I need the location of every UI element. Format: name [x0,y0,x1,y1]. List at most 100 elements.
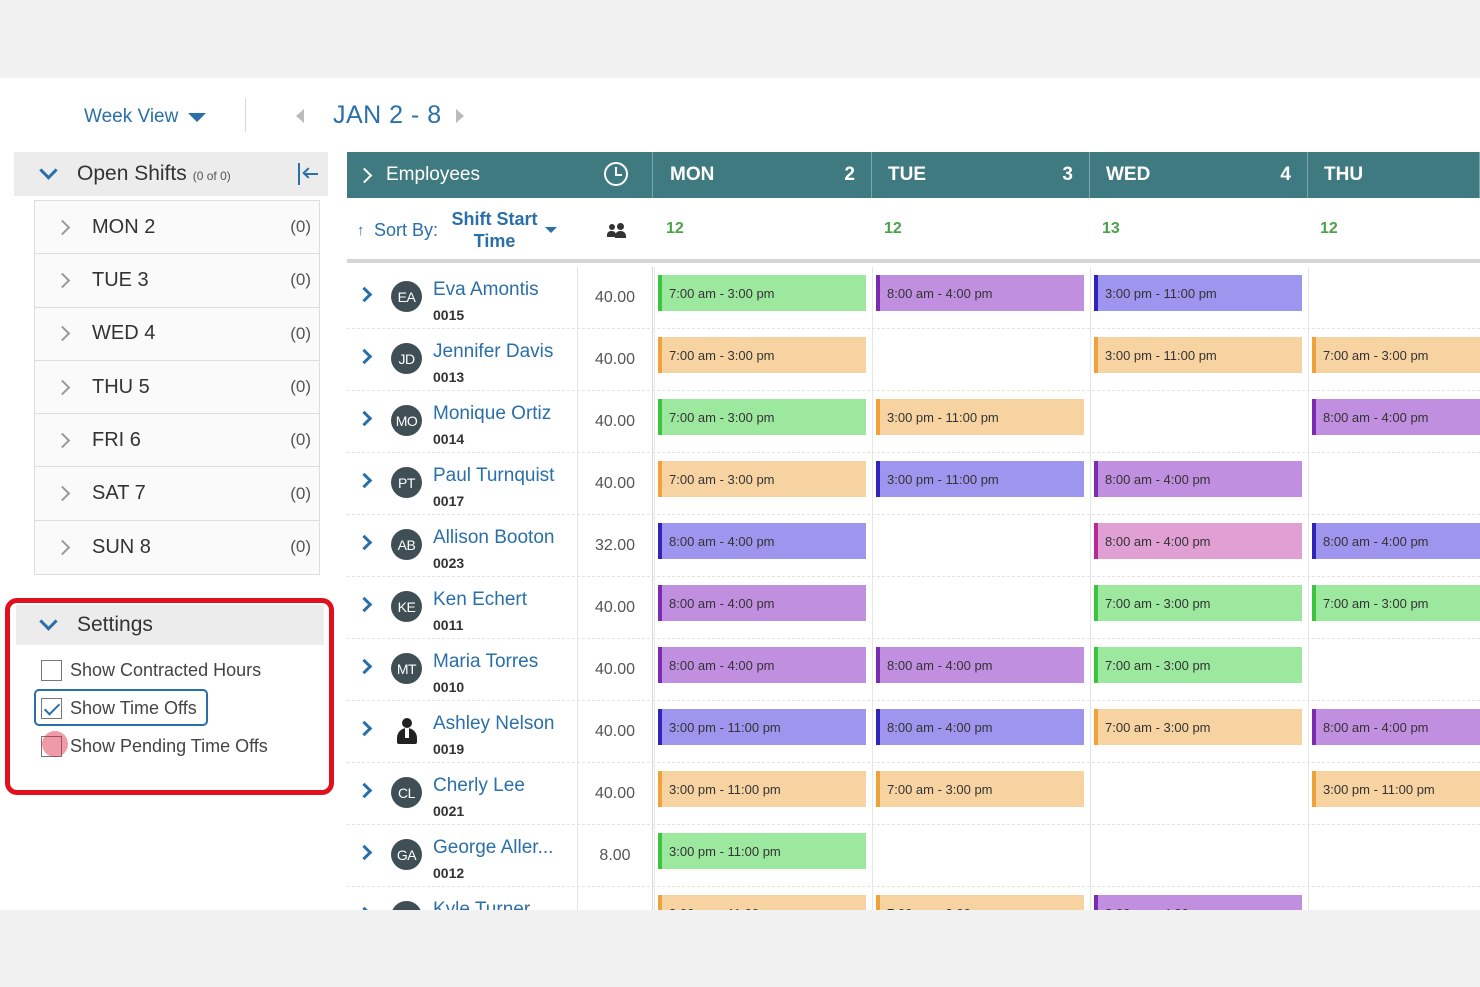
shift-block[interactable]: 8:00 am - 4:00 pm [658,585,866,621]
employee-name[interactable]: Allison Booton [433,527,554,549]
next-week-icon[interactable] [456,109,464,123]
shift-block[interactable]: 7:00 am - 3:00 pm [1312,585,1480,621]
employee-name[interactable]: Eva Amontis [433,279,539,301]
day-column-header[interactable]: TUE 3 [872,152,1090,198]
shift-block[interactable]: 3:00 pm - 11:00 pm [658,709,866,745]
shift-block[interactable]: 7:00 am - 3:00 pm [1094,585,1302,621]
shift-block[interactable]: 8:00 am - 4:00 pm [1094,461,1302,497]
shift-block[interactable]: 3:00 pm - 11:00 pm [1312,771,1480,807]
shift-block[interactable]: 7:00 am - 3:00 pm [658,337,866,373]
shift-block[interactable]: 3:00 pm - 11:00 pm [876,461,1084,497]
employee-name[interactable]: Ken Echert [433,589,527,611]
caret-down-icon[interactable] [545,227,557,233]
employee-hours: 32.00 [577,515,653,577]
avatar: EA [391,281,422,312]
open-shift-day-item[interactable]: MON 2 (0) [35,201,319,255]
day-shift-total: 13 [1102,220,1120,237]
shift-block[interactable]: 3:00 pm - 11:00 pm [658,833,866,869]
employee-row: AB Allison Booton 0023 32.00 8:00 am - 4:00 … [347,515,1480,577]
shift-block[interactable]: 3:00 pm - 11:00 pm [658,895,866,910]
employee-id: 0010 [433,679,465,695]
employee-name[interactable]: Ashley Nelson [433,713,554,735]
shift-block[interactable]: 7:00 am - 3:00 pm [658,275,866,311]
clock-icon[interactable] [604,162,628,186]
shift-block[interactable]: 7:00 am - 3:00 pm [658,399,866,435]
shift-block[interactable]: 8:00 am - 4:00 pm [658,647,866,683]
shift-block[interactable]: 3:00 pm - 11:00 pm [1094,337,1302,373]
open-shift-day-label: FRI 6 [92,428,141,451]
setting-option[interactable]: Show Contracted Hours [41,660,261,681]
shift-block[interactable]: 8:00 am - 4:00 pm [1312,709,1480,745]
expand-row-icon[interactable] [356,410,373,427]
shift-block[interactable]: 7:00 am - 3:00 pm [876,895,1084,910]
cell-divider [654,763,655,825]
cell-divider [1090,577,1091,639]
settings-header[interactable]: Settings [16,605,324,645]
cell-divider [654,639,655,701]
employee-name[interactable]: Monique Ortiz [433,403,551,425]
shift-block[interactable]: 8:00 am - 4:00 pm [1312,399,1480,435]
employee-name[interactable]: Maria Torres [433,651,538,673]
shift-block[interactable]: 8:00 am - 4:00 pm [876,709,1084,745]
expand-row-icon[interactable] [356,782,373,799]
shift-block[interactable]: 8:00 am - 4:00 pm [1094,523,1302,559]
collapse-panel-icon[interactable] [296,163,320,185]
sort-direction-icon[interactable]: ↑ [357,222,365,239]
shift-block[interactable]: 7:00 am - 3:00 pm [876,771,1084,807]
open-shift-day-item[interactable]: TUE 3 (0) [35,254,319,308]
setting-option[interactable]: Show Time Offs [41,698,197,719]
shift-block[interactable]: 8:00 am - 4:00 pm [1094,895,1302,910]
chevron-down-icon [39,160,58,180]
setting-checkbox[interactable] [41,698,62,719]
open-shift-day-item[interactable]: FRI 6 (0) [35,414,319,468]
shift-block[interactable]: 7:00 am - 3:00 pm [658,461,866,497]
expand-row-icon[interactable] [356,844,373,861]
open-shift-day-item[interactable]: THU 5 (0) [35,360,319,415]
setting-checkbox[interactable] [41,660,62,681]
shift-block[interactable]: 8:00 am - 4:00 pm [658,523,866,559]
open-shift-day-label: THU 5 [92,375,150,398]
expand-row-icon[interactable] [356,906,373,910]
previous-week-icon[interactable] [296,109,304,123]
cell-divider [872,763,873,825]
expand-row-icon[interactable] [356,534,373,551]
employee-name[interactable]: Paul Turnquist [433,465,554,487]
avatar: CL [391,777,422,808]
open-shift-day-item[interactable]: WED 4 (0) [35,307,319,361]
shift-block[interactable]: 7:00 am - 3:00 pm [1094,647,1302,683]
shift-block[interactable]: 7:00 am - 3:00 pm [1312,337,1480,373]
setting-option[interactable]: Show Pending Time Offs [41,736,268,757]
shift-block[interactable]: 8:00 am - 4:00 pm [876,275,1084,311]
sort-by-dropdown[interactable]: Shift Start Time [447,208,542,252]
shift-block[interactable]: 8:00 am - 4:00 pm [876,647,1084,683]
employee-name[interactable]: Jennifer Davis [433,341,553,363]
shift-block[interactable]: 7:00 am - 3:00 pm [1094,709,1302,745]
day-shift-total: 12 [1320,220,1338,237]
shift-block[interactable]: 3:00 pm - 11:00 pm [658,771,866,807]
employees-column-header[interactable]: Employees [347,152,653,198]
day-column-header[interactable]: WED 4 [1090,152,1308,198]
day-column-header[interactable]: MON 2 [654,152,872,198]
expand-row-icon[interactable] [356,348,373,365]
cell-divider [872,887,873,910]
open-shift-day-item[interactable]: SAT 7 (0) [35,467,319,521]
setting-checkbox[interactable] [41,736,62,757]
employee-name[interactable]: Kyle Turner [433,899,530,910]
day-column-header[interactable]: THU [1308,152,1480,198]
shift-block[interactable]: 3:00 pm - 11:00 pm [876,399,1084,435]
expand-row-icon[interactable] [356,658,373,675]
employee-name[interactable]: George Aller... [433,837,553,859]
expand-row-icon[interactable] [356,596,373,613]
shift-block[interactable]: 8:00 am - 4:00 pm [1312,523,1480,559]
open-shifts-header[interactable]: Open Shifts (0 of 0) [14,152,328,196]
week-view-dropdown[interactable]: Week View [84,106,207,128]
chevron-right-icon [54,272,71,289]
open-shift-day-item[interactable]: SUN 8 (0) [35,520,319,575]
expand-row-icon[interactable] [356,286,373,303]
expand-row-icon[interactable] [356,472,373,489]
chevron-right-icon [356,167,373,183]
shift-block[interactable]: 3:00 pm - 11:00 pm [1094,275,1302,311]
expand-row-icon[interactable] [356,720,373,737]
employee-name[interactable]: Cherly Lee [433,775,525,797]
people-icon[interactable] [607,222,627,240]
